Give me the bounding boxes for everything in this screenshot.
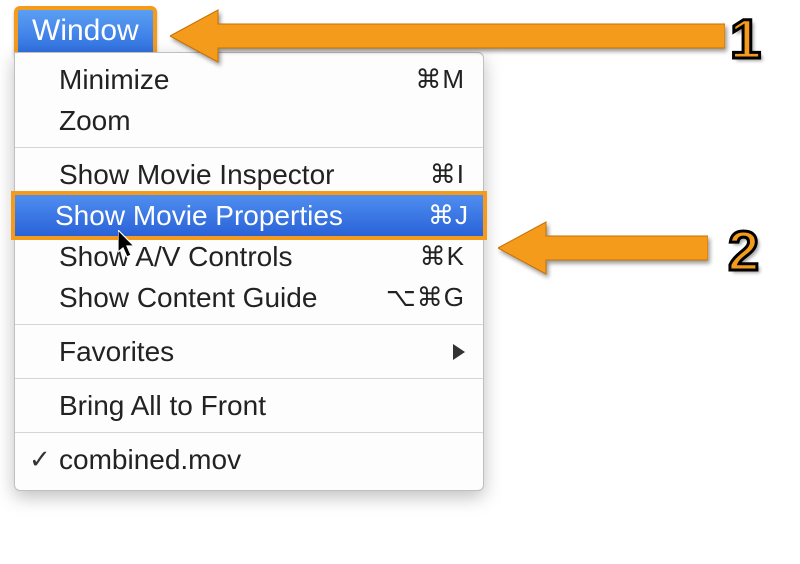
menu-item-shortcut: ⌘M: [415, 64, 465, 95]
annotation-step-number: 2: [728, 218, 759, 283]
checkmark-icon: ✓: [29, 444, 51, 475]
menu-item-label: Show Content Guide: [59, 282, 386, 314]
menu-item-label: Minimize: [59, 64, 415, 96]
menu-item-label: Show A/V Controls: [59, 241, 420, 273]
menu-item-show-content-guide[interactable]: Show Content Guide ⌥⌘G: [15, 277, 483, 318]
menu-item-show-movie-properties[interactable]: Show Movie Properties ⌘J: [11, 191, 487, 240]
menu-separator: [15, 378, 483, 379]
menu-item-shortcut: ⌘J: [428, 200, 469, 231]
menu-item-label: Show Movie Properties: [55, 200, 428, 232]
annotation-step-number: 1: [730, 6, 761, 71]
menu-item-zoom[interactable]: Zoom: [15, 100, 483, 141]
menu-item-shortcut: ⌘K: [420, 241, 465, 272]
menu-item-favorites[interactable]: Favorites: [15, 331, 483, 372]
menu-item-show-av-controls[interactable]: Show A/V Controls ⌘K: [15, 236, 483, 277]
annotation-arrow-icon: [498, 220, 708, 276]
menu-item-label: combined.mov: [59, 444, 465, 476]
menu-item-label: Zoom: [59, 105, 465, 137]
annotation-arrow-icon: [170, 8, 725, 64]
menu-item-bring-all-to-front[interactable]: Bring All to Front: [15, 385, 483, 426]
menu-separator: [15, 432, 483, 433]
submenu-arrow-icon: [453, 344, 465, 360]
mouse-cursor-icon: [118, 230, 140, 260]
menu-item-label: Favorites: [59, 336, 453, 368]
menu-item-minimize[interactable]: Minimize ⌘M: [15, 59, 483, 100]
menu-item-label: Show Movie Inspector: [59, 159, 430, 191]
menu-separator: [15, 147, 483, 148]
menu-separator: [15, 324, 483, 325]
menu-item-show-movie-inspector[interactable]: Show Movie Inspector ⌘I: [15, 154, 483, 195]
menubar-window-title[interactable]: Window: [14, 6, 157, 58]
menu-item-combined-mov[interactable]: ✓ combined.mov: [15, 439, 483, 480]
menu-item-shortcut: ⌥⌘G: [386, 282, 465, 313]
menu-item-label: Bring All to Front: [59, 390, 465, 422]
menu-item-shortcut: ⌘I: [430, 159, 465, 190]
window-menu: Minimize ⌘M Zoom Show Movie Inspector ⌘I…: [14, 52, 484, 491]
